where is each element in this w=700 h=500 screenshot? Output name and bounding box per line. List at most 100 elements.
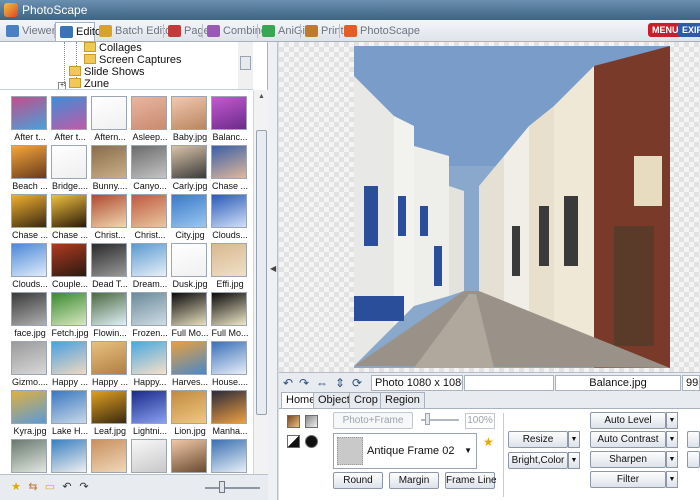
sharpen-dropdown-icon[interactable]: ▼ — [666, 451, 678, 468]
forward-icon[interactable]: ↷ — [78, 481, 90, 493]
round-button[interactable]: Round — [333, 472, 383, 489]
margin-button[interactable]: Margin — [389, 472, 439, 489]
thumbnail-item[interactable]: Leaf.jpg — [90, 390, 130, 438]
thumbnail-item[interactable]: Gizmo.... — [10, 341, 50, 389]
thumbnail-item[interactable]: After t... — [10, 96, 50, 144]
exif-button[interactable]: EXIF — [678, 23, 700, 37]
rotate-free-icon[interactable]: ⟳ — [350, 376, 364, 390]
thumbnail-item[interactable]: Canyo... — [130, 145, 170, 193]
auto-contrast-button[interactable]: Auto Contrast — [590, 431, 666, 448]
tab-print[interactable]: Print — [301, 22, 344, 41]
tree-item-slide-shows[interactable]: Slide Shows — [69, 66, 145, 78]
auto-contrast-dropdown-icon[interactable]: ▼ — [666, 431, 678, 448]
thumbnail-scrollbar[interactable]: ▲ ▼ — [253, 90, 268, 500]
thumbnail-item[interactable]: Chase ... — [10, 194, 50, 242]
thumbnail-item[interactable]: Bunny.... — [90, 145, 130, 193]
tab-batch-editor[interactable]: Batch Editor — [95, 22, 175, 41]
frame-style-icon[interactable] — [305, 415, 318, 428]
thumbnail-item[interactable]: Kyra.jpg — [10, 390, 50, 438]
contrast-icon[interactable] — [287, 435, 300, 448]
thumbnail-item[interactable]: House.... — [210, 341, 250, 389]
tab-photoscape[interactable]: PhotoScape — [340, 22, 420, 41]
thumbnail-item[interactable]: Baby.jpg — [170, 96, 210, 144]
rotate-right-icon[interactable]: ↷ — [297, 376, 311, 390]
thumbnail-item[interactable]: Effi.jpg — [210, 243, 250, 291]
tree-scrollbar[interactable] — [238, 42, 253, 89]
bright-color-dropdown-icon[interactable]: ▼ — [568, 452, 580, 469]
thumbnail-item[interactable]: Happy ... — [90, 341, 130, 389]
more-button[interactable] — [687, 451, 700, 468]
back-icon[interactable]: ↶ — [61, 481, 73, 493]
flip-vertical-icon[interactable]: ⇕ — [333, 376, 347, 390]
tab-editor[interactable]: Editor — [55, 22, 105, 41]
folder-icon[interactable]: ▭ — [44, 481, 56, 493]
thumbnail-item[interactable]: face.jpg — [10, 292, 50, 340]
thumbnail-item[interactable]: City.jpg — [170, 194, 210, 242]
thumbnail-item[interactable]: Chase ... — [210, 145, 250, 193]
thumbnail-item[interactable]: Christ... — [90, 194, 130, 242]
sharpen-button[interactable]: Sharpen — [590, 451, 666, 468]
tab-page[interactable]: Page — [164, 22, 210, 41]
scroll-up-icon[interactable]: ▲ — [257, 93, 266, 102]
percent-field[interactable]: 100% — [465, 413, 495, 429]
frame-select[interactable]: Antique Frame 02 ▼ — [333, 433, 477, 469]
thumbnail-item[interactable]: Lightni... — [130, 390, 170, 438]
thumbnail-item[interactable]: Balanc... — [210, 96, 250, 144]
photo-preview[interactable] — [354, 46, 670, 368]
resize-dropdown-icon[interactable]: ▼ — [568, 431, 580, 448]
bw-icon[interactable] — [305, 435, 318, 448]
slider-handle[interactable] — [425, 413, 430, 425]
thumbnail-item[interactable]: Chase ... — [50, 194, 90, 242]
tab-viewer[interactable]: Viewer — [2, 22, 55, 41]
star-icon[interactable]: ★ — [10, 481, 22, 493]
thumbnail-item[interactable]: Frozen... — [130, 292, 170, 340]
thumbnail-item[interactable]: Harves... — [170, 341, 210, 389]
collapse-left-icon[interactable]: ◀ — [270, 264, 276, 273]
scrollbar-thumb[interactable] — [256, 130, 267, 415]
thumbnail-item[interactable]: After t... — [50, 96, 90, 144]
editor-canvas[interactable] — [279, 42, 700, 372]
tree-item-screen-captures[interactable]: Screen Captures — [84, 54, 182, 66]
tab-crop[interactable]: Crop — [349, 392, 383, 408]
favorite-folder-icon[interactable]: ⇆ — [27, 481, 39, 493]
favorite-star-icon[interactable]: ★ — [483, 435, 494, 449]
thumbnail-size-slider[interactable] — [205, 487, 260, 489]
thumbnail-item[interactable]: Couple... — [50, 243, 90, 291]
filter-dropdown-icon[interactable]: ▼ — [666, 471, 678, 488]
resize-button[interactable]: Resize — [508, 431, 568, 448]
thumbnail-item[interactable]: Lion.jpg — [170, 390, 210, 438]
frame-tool-icon[interactable] — [287, 415, 300, 428]
thumbnail-item[interactable]: Clouds... — [210, 194, 250, 242]
bright-color-button[interactable]: Bright,Color — [508, 452, 568, 469]
expand-icon[interactable]: + — [58, 82, 66, 89]
panel-collapse-bar[interactable]: ◀ — [268, 42, 278, 500]
flip-horizontal-icon[interactable]: ⇔ — [315, 376, 329, 390]
thumbnail-item[interactable]: Aftern... — [90, 96, 130, 144]
more-button[interactable] — [687, 431, 700, 448]
tab-anigif[interactable]: AniGif — [258, 22, 308, 41]
thumbnail-item[interactable]: Lake H... — [50, 390, 90, 438]
thumbnail-item[interactable]: Dream... — [130, 243, 170, 291]
thumbnail-item[interactable]: Manha... — [210, 390, 250, 438]
thumbnail-item[interactable]: Dead T... — [90, 243, 130, 291]
thumbnail-item[interactable]: Asleep... — [130, 96, 170, 144]
thumbnail-item[interactable]: Full Mo... — [210, 292, 250, 340]
thumbnail-item[interactable]: Carly.jpg — [170, 145, 210, 193]
thumbnail-item[interactable]: Happy ... — [50, 341, 90, 389]
rotate-left-icon[interactable]: ↶ — [281, 376, 295, 390]
tree-item-collages[interactable]: Collages — [84, 42, 142, 54]
tab-combine[interactable]: Combine — [203, 22, 267, 41]
filter-button[interactable]: Filter — [590, 471, 666, 488]
thumbnail-item[interactable]: Full Mo... — [170, 292, 210, 340]
slider-handle[interactable] — [219, 481, 225, 493]
photo-frame-button[interactable]: Photo+Frame — [333, 412, 413, 429]
thumbnail-item[interactable]: Fetch.jpg — [50, 292, 90, 340]
tab-region[interactable]: Region — [380, 392, 425, 408]
auto-level-button[interactable]: Auto Level — [590, 412, 666, 429]
thumbnail-item[interactable]: Flowin... — [90, 292, 130, 340]
thumbnail-item[interactable]: Christ... — [130, 194, 170, 242]
tree-item-zune[interactable]: + Zune — [58, 78, 109, 89]
thumbnail-item[interactable]: Clouds... — [10, 243, 50, 291]
thumbnail-item[interactable]: Beach ... — [10, 145, 50, 193]
thumbnail-item[interactable]: Happy... — [130, 341, 170, 389]
